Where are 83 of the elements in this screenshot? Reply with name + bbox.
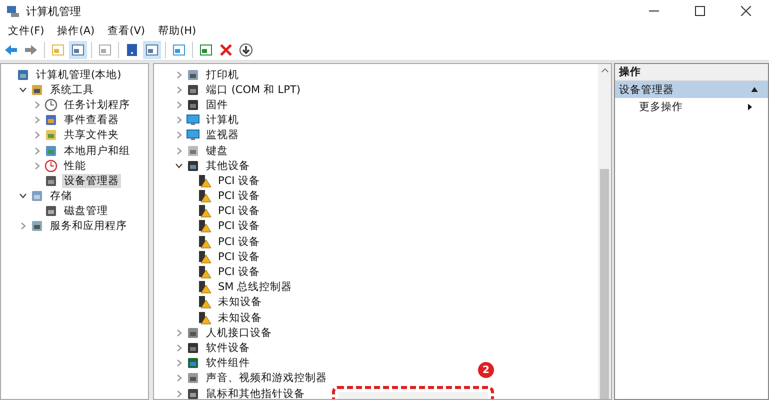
warning-device-icon — [198, 219, 212, 234]
device-icon — [44, 128, 58, 142]
action-item[interactable]: 更多操作 — [639, 100, 683, 114]
device-icon — [186, 356, 200, 370]
device-icon — [30, 219, 44, 234]
device-tree-item[interactable]: 监视器 — [204, 128, 241, 142]
device-icon — [186, 98, 200, 112]
tree-item[interactable]: 服务和应用程序 — [48, 219, 129, 234]
menu-item[interactable]: 操作(A) — [51, 24, 102, 38]
warning-device-icon — [198, 310, 212, 325]
warning-device-icon — [198, 250, 212, 264]
device-icon — [186, 371, 200, 386]
warning-device-icon — [198, 295, 212, 310]
device-icon — [186, 340, 200, 355]
device-tree-item[interactable]: 人机接口设备 — [204, 326, 274, 340]
device-tree-item[interactable]: 计算机 — [204, 113, 241, 128]
device-tree-item[interactable]: 鼠标和其他指针设备 — [204, 386, 307, 399]
device-icon — [186, 326, 200, 340]
device-icon — [44, 174, 58, 188]
scrollbar[interactable] — [598, 64, 611, 399]
menu-item[interactable]: 查看(V) — [102, 24, 152, 38]
device-tree-item[interactable]: 打印机 — [204, 68, 241, 82]
device-icon — [44, 204, 58, 218]
device-icon — [16, 68, 30, 82]
device-tree-item[interactable]: 固件 — [204, 98, 230, 112]
device-icon — [30, 82, 44, 97]
tree-item[interactable]: 磁盘管理 — [62, 204, 110, 218]
device-tree-item[interactable]: 软件设备 — [204, 340, 252, 355]
tree-item[interactable]: 存储 — [48, 189, 74, 204]
device-tree-item[interactable]: 未知设备 — [216, 295, 264, 310]
device-tree-item[interactable]: PCI 设备 — [216, 174, 262, 188]
device-icon — [186, 68, 200, 82]
tree-item[interactable]: 计算机管理(本地) — [34, 68, 124, 82]
menu-item[interactable]: 帮助(H) — [152, 24, 204, 38]
group-title: 设备管理器 — [619, 82, 674, 96]
device-icon — [44, 98, 58, 112]
device-icon — [186, 82, 200, 97]
device-tree-item[interactable]: PCI 设备 — [216, 234, 262, 249]
device-tree-item[interactable]: PCI 设备 — [216, 265, 262, 280]
device-icon — [186, 158, 200, 173]
tree-item[interactable]: 性能 — [62, 158, 88, 173]
menu-item[interactable]: 文件(F) — [2, 24, 52, 38]
device-tree-item[interactable]: 键盘 — [204, 144, 230, 158]
device-tree-item[interactable]: PCI 设备 — [216, 250, 262, 264]
actions-group-header[interactable]: 设备管理器 — [615, 81, 768, 98]
device-tree-item[interactable]: PCI 设备 — [216, 189, 262, 204]
device-tree-item[interactable]: 其他设备 — [204, 158, 252, 173]
device-tree-item[interactable]: 端口 (COM 和 LPT) — [204, 82, 302, 97]
device-icon — [44, 113, 58, 128]
window-title: 计算机管理 — [26, 4, 81, 18]
device-icon — [30, 189, 44, 204]
tree-item[interactable]: 共享文件夹 — [62, 128, 121, 142]
collapse-triangle-icon[interactable] — [751, 87, 758, 92]
tree-item[interactable]: 系统工具 — [48, 82, 96, 97]
device-icon — [186, 144, 200, 158]
device-tree-item[interactable]: PCI 设备 — [216, 219, 262, 234]
tree-item[interactable]: 任务计划程序 — [62, 98, 132, 112]
warning-device-icon — [198, 280, 212, 294]
warning-device-icon — [198, 174, 212, 188]
tree-item[interactable]: 事件查看器 — [62, 113, 121, 128]
scroll-up-icon[interactable] — [600, 68, 608, 73]
device-tree-item[interactable]: 未知设备 — [216, 310, 264, 325]
device-icon — [44, 158, 58, 173]
warning-device-icon — [198, 204, 212, 218]
warning-device-icon — [198, 234, 212, 249]
device-icon — [186, 128, 200, 142]
tree-item[interactable]: 设备管理器 — [62, 174, 121, 188]
tree-item[interactable]: 本地用户和组 — [62, 144, 132, 158]
device-icon — [44, 144, 58, 158]
device-tree-item[interactable]: SM 总线控制器 — [216, 280, 294, 294]
device-tree-item[interactable]: 软件组件 — [204, 356, 252, 370]
device-icon — [186, 386, 200, 399]
close-icon[interactable] — [741, 6, 751, 16]
maximize-icon[interactable] — [695, 6, 705, 16]
device-tree-item[interactable]: 声音、视频和游戏控制器 — [204, 371, 329, 386]
warning-device-icon — [198, 265, 212, 280]
toolbar-button[interactable] — [237, 41, 255, 59]
device-icon — [186, 113, 200, 128]
app-icon — [6, 4, 20, 18]
actions-header: 操作 — [615, 64, 768, 81]
step-badge: 2 — [478, 362, 494, 378]
warning-device-icon — [198, 189, 212, 204]
device-tree-item[interactable]: PCI 设备 — [216, 204, 262, 218]
